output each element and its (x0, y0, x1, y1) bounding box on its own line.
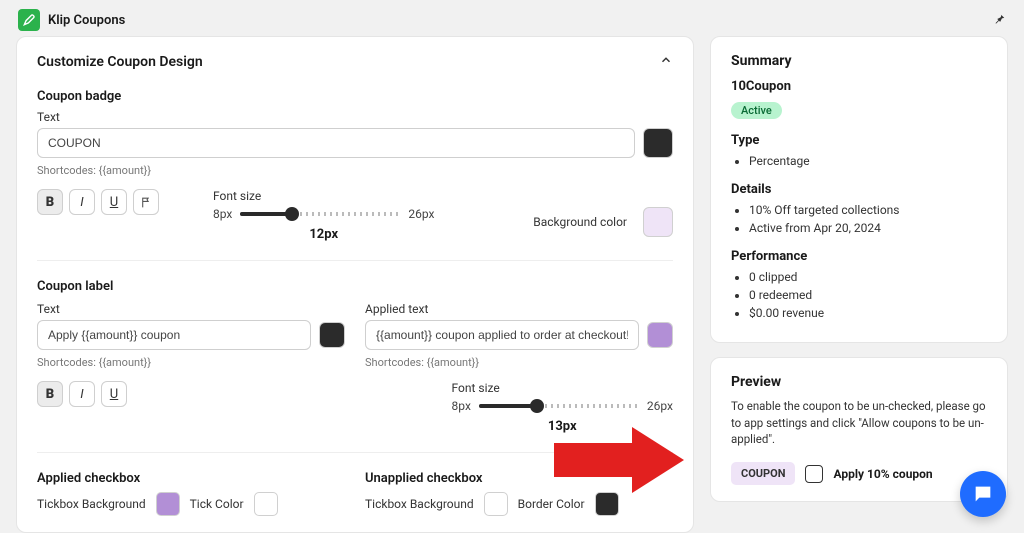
applied-cb-title: Applied checkbox (37, 471, 345, 486)
badge-fontsize-label: Font size (213, 189, 434, 203)
label-shortcodes: Shortcodes: {{amount}} (37, 356, 345, 369)
details-item: Active from Apr 20, 2024 (749, 221, 987, 235)
label-font-value: 13px (452, 419, 673, 434)
bold-button-2[interactable]: B (37, 381, 63, 407)
app-icon (18, 9, 40, 31)
label-fontsize-slider[interactable] (479, 404, 639, 408)
badge-font-value: 12px (213, 227, 434, 242)
underline-button-2[interactable]: U (101, 381, 127, 407)
flag-button[interactable] (133, 189, 159, 215)
preview-note: To enable the coupon to be un-checked, p… (731, 398, 987, 448)
unapplied-border-swatch[interactable] (595, 492, 619, 516)
details-list: 10% Off targeted collections Active from… (731, 203, 987, 235)
label-font-min: 8px (452, 399, 471, 413)
underline-button[interactable]: U (101, 189, 127, 215)
unapplied-cb-title: Unapplied checkbox (365, 471, 673, 486)
badge-text-input[interactable] (37, 128, 635, 158)
customize-card: Customize Coupon Design Coupon badge Tex… (16, 36, 694, 533)
applied-tickcolor-swatch[interactable] (254, 492, 278, 516)
type-list: Percentage (731, 154, 987, 168)
badge-bgcolor-swatch[interactable] (643, 207, 673, 237)
app-title: Klip Coupons (48, 13, 125, 28)
summary-name: 10Coupon (731, 79, 987, 94)
details-heading: Details (731, 182, 987, 197)
badge-font-min: 8px (213, 207, 232, 221)
italic-button-2[interactable]: I (69, 381, 95, 407)
type-heading: Type (731, 133, 987, 148)
unapplied-tickbg-label: Tickbox Background (365, 497, 474, 511)
perf-heading: Performance (731, 249, 987, 264)
applied-text-color-swatch[interactable] (647, 322, 673, 348)
badge-fontsize-slider[interactable] (240, 212, 400, 216)
summary-card: Summary 10Coupon Active Type Percentage … (710, 36, 1008, 343)
unapplied-tickbg-swatch[interactable] (484, 492, 508, 516)
perf-list: 0 clipped 0 redeemed $0.00 revenue (731, 270, 987, 320)
badge-format-group: B I U (37, 189, 159, 215)
card-title: Customize Coupon Design (37, 54, 203, 70)
preview-title: Preview (731, 374, 987, 390)
label-font-max: 26px (647, 399, 673, 413)
applied-shortcodes: Shortcodes: {{amount}} (365, 356, 673, 369)
applied-tickbg-swatch[interactable] (156, 492, 180, 516)
badge-text-color-swatch[interactable] (643, 128, 673, 158)
badge-bgcolor-label: Background color (533, 215, 627, 229)
label-format-group: B I U (37, 381, 127, 407)
summary-title: Summary (731, 53, 987, 69)
perf-item: 0 clipped (749, 270, 987, 284)
label-text-color-swatch[interactable] (319, 322, 345, 348)
perf-item: $0.00 revenue (749, 306, 987, 320)
collapse-toggle[interactable] (659, 53, 673, 71)
perf-item: 0 redeemed (749, 288, 987, 302)
label-text-label: Text (37, 302, 345, 316)
type-item: Percentage (749, 154, 987, 168)
bold-button[interactable]: B (37, 189, 63, 215)
preview-label: Apply 10% coupon (833, 467, 932, 481)
details-item: 10% Off targeted collections (749, 203, 987, 217)
applied-tickcolor-label: Tick Color (190, 497, 244, 511)
badge-font-max: 26px (408, 207, 434, 221)
status-badge: Active (731, 102, 782, 119)
label-text-input[interactable] (37, 320, 311, 350)
label-section-title: Coupon label (37, 279, 673, 294)
label-fontsize-label: Font size (452, 381, 673, 395)
chat-button[interactable] (960, 471, 1006, 517)
preview-coupon-chip: COUPON (731, 462, 795, 485)
applied-tickbg-label: Tickbox Background (37, 497, 146, 511)
pin-icon[interactable] (992, 11, 1006, 30)
unapplied-border-label: Border Color (518, 497, 585, 511)
badge-section-title: Coupon badge (37, 89, 673, 104)
badge-shortcodes: Shortcodes: {{amount}} (37, 164, 673, 177)
applied-text-input[interactable] (365, 320, 639, 350)
applied-text-label: Applied text (365, 302, 673, 316)
preview-checkbox[interactable] (805, 465, 823, 483)
badge-text-label: Text (37, 110, 673, 124)
italic-button[interactable]: I (69, 189, 95, 215)
